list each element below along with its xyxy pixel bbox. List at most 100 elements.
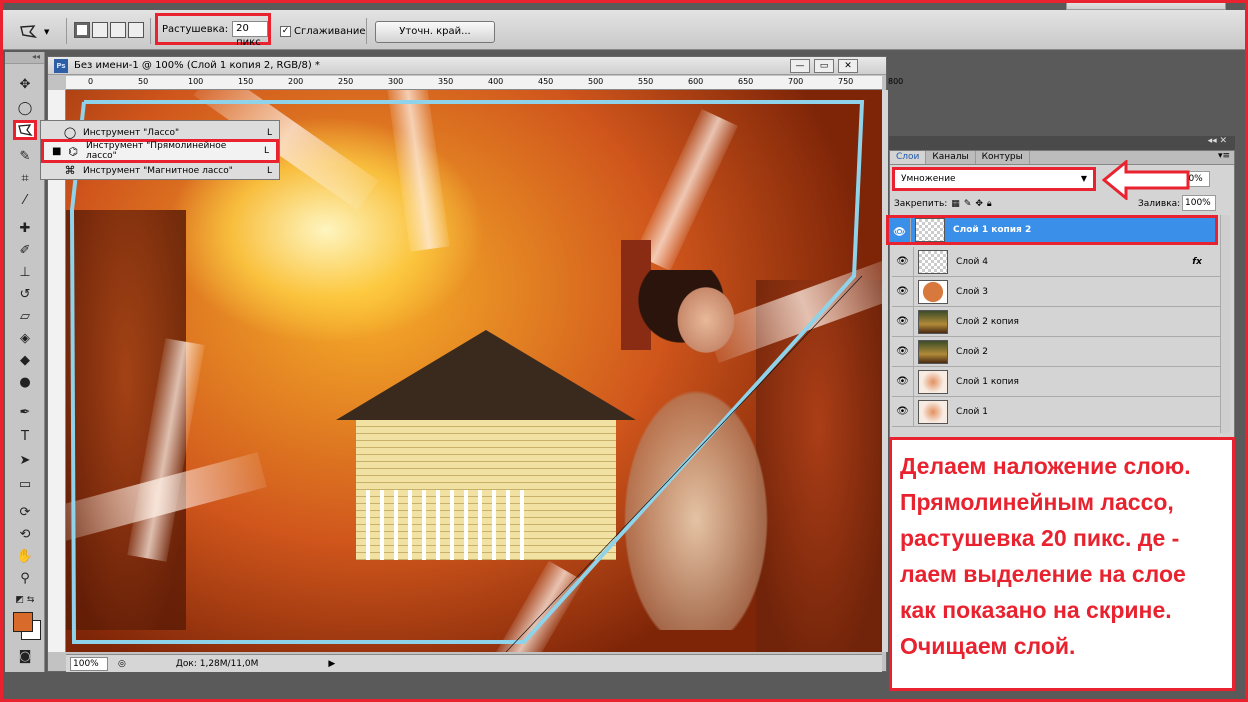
layer-row[interactable]: 👁︎ Слой 1 копия 2 [886, 215, 1218, 245]
lock-all-icon[interactable]: 🔒︎ [987, 199, 992, 209]
ruler-tick-label: 550 [638, 77, 654, 86]
hand-icon[interactable]: ✋ [13, 546, 37, 566]
ruler-tick-label: 650 [738, 77, 754, 86]
visibility-eye-icon[interactable]: 👁︎ [892, 367, 914, 396]
polygonal-lasso-icon: ⌬ [68, 144, 78, 158]
antialias-control[interactable]: ✓ Сглаживание [280, 26, 365, 37]
blur-icon[interactable]: ◆ [13, 350, 37, 370]
layer-name: Слой 4 [956, 256, 988, 267]
minimize-button[interactable]: — [790, 59, 810, 73]
photoshop-file-icon: Ps [54, 58, 68, 73]
document-tab[interactable]: Ps Без имени-1 @ 100% (Слой 1 копия 2, R… [48, 57, 886, 75]
intersect-selection-button[interactable] [128, 22, 144, 38]
swap-colors-icon[interactable]: ◩ ⇆ [13, 590, 37, 610]
ruler-tick-label: 500 [588, 77, 604, 86]
maximize-button[interactable]: ▭ [814, 59, 834, 73]
document-title: Без имени-1 @ 100% (Слой 1 копия 2, RGB/… [74, 60, 320, 71]
vertical-scrollbar[interactable] [882, 90, 888, 652]
layer-name: Слой 2 копия [956, 316, 1019, 327]
zoom-field[interactable]: 100% [70, 656, 108, 671]
divider [366, 18, 367, 44]
callout-arrow-icon [1102, 160, 1190, 200]
visibility-eye-icon[interactable]: 👁︎ [892, 277, 914, 306]
layer-row[interactable]: 👁︎ Слой 3 [892, 277, 1220, 307]
quick-selection-icon[interactable]: ✎ [13, 146, 37, 166]
layer-name: Слой 1 [956, 406, 988, 417]
lock-position-icon[interactable]: ✥ [975, 199, 983, 209]
flyout-item-magnetic-lasso[interactable]: ⌘ Инструмент "Магнитное лассо" L [41, 161, 279, 180]
subtract-from-selection-button[interactable] [110, 22, 126, 38]
visibility-eye-icon[interactable]: 👁︎ [892, 247, 914, 276]
tab-paths[interactable]: Контуры [976, 151, 1030, 164]
layer-row[interactable]: 👁︎ Слой 2 [892, 337, 1220, 367]
polygonal-lasso-icon [20, 25, 38, 39]
crop-icon[interactable]: ⌗ [13, 168, 37, 188]
ruler-tick-label: 100 [188, 77, 204, 86]
tool-preset-picker[interactable]: ▼ [18, 20, 58, 44]
3d-orbit-icon[interactable]: ⟲ [13, 524, 37, 544]
zoom-icon[interactable]: ⚲ [13, 568, 37, 588]
type-icon[interactable]: T [13, 426, 37, 446]
lasso-tool-icon[interactable] [13, 120, 37, 140]
lock-transparency-icon[interactable]: ▦ [951, 199, 960, 209]
layer-name: Слой 2 [956, 346, 988, 357]
history-brush-icon[interactable]: ↺ [13, 284, 37, 304]
blend-mode-select[interactable]: Умножение ▼ [892, 167, 1096, 191]
antialias-checkbox[interactable]: ✓ [280, 26, 291, 37]
brush-icon[interactable]: ✐ [13, 240, 37, 260]
status-arrow-icon[interactable]: ▶ [328, 659, 335, 669]
quick-mask-icon[interactable]: ◙ [13, 646, 37, 666]
eraser-icon[interactable]: ▱ [13, 306, 37, 326]
divider [150, 18, 151, 44]
new-selection-button[interactable] [74, 22, 90, 38]
chevron-down-icon: ▼ [1080, 174, 1087, 183]
layer-row[interactable]: 👁︎ Слой 4 fx [892, 247, 1220, 277]
visibility-eye-icon[interactable]: 👁︎ [892, 397, 914, 426]
flyout-item-label: Инструмент "Магнитное лассо" [83, 165, 233, 176]
shortcut-key: L [264, 146, 270, 156]
eyedropper-icon[interactable]: ⁄ [13, 190, 37, 210]
ruler-tick-label: 200 [288, 77, 304, 86]
path-selection-icon[interactable]: ➤ [13, 450, 37, 470]
layer-thumbnail [915, 218, 945, 242]
workspace-switcher[interactable] [1066, 0, 1226, 10]
instruction-note: Делаем наложение слою. Прямолинейным лас… [889, 437, 1235, 691]
add-to-selection-button[interactable] [92, 22, 108, 38]
tab-channels[interactable]: Каналы [926, 151, 976, 164]
status-icon[interactable]: ◎ [118, 659, 126, 669]
refine-edge-button[interactable]: Уточн. край... [375, 21, 495, 43]
panel-header-bar: ◂◂ ✕ [889, 136, 1235, 150]
visibility-eye-icon[interactable]: 👁︎ [892, 307, 914, 336]
foreground-color-swatch[interactable] [13, 612, 33, 632]
panel-grip[interactable]: ◂◂ [5, 52, 44, 64]
tab-layers[interactable]: Слои [890, 151, 927, 164]
elliptical-marquee-icon[interactable]: ◯ [13, 98, 37, 118]
move-tool-icon[interactable]: ✥ [13, 74, 37, 94]
chevron-down-icon: ▼ [44, 28, 50, 36]
pen-icon[interactable]: ✒ [13, 402, 37, 422]
close-button[interactable]: ✕ [838, 59, 858, 73]
rectangle-shape-icon[interactable]: ▭ [13, 474, 37, 494]
spot-healing-icon[interactable]: ✚ [13, 218, 37, 238]
layer-name: Слой 1 копия [956, 376, 1019, 387]
lock-pixels-icon[interactable]: ✎ [964, 199, 972, 209]
3d-rotate-icon[interactable]: ⟳ [13, 502, 37, 522]
panel-collapse-icon[interactable]: ◂◂ ✕ [1208, 136, 1227, 146]
visibility-eye-icon[interactable]: 👁︎ [892, 337, 914, 366]
dodge-icon[interactable]: ● [13, 372, 37, 392]
ruler-tick-label: 150 [238, 77, 254, 86]
feather-input[interactable]: 20 пикс [232, 21, 268, 48]
magnetic-lasso-icon: ⌘ [64, 164, 76, 177]
panel-menu-icon[interactable]: ▾≡ [1218, 151, 1234, 164]
layer-row[interactable]: 👁︎ Слой 1 копия [892, 367, 1220, 397]
paint-bucket-icon[interactable]: ◈ [13, 328, 37, 348]
layer-effects-icon[interactable]: fx [1192, 257, 1202, 267]
clone-stamp-icon[interactable]: ⊥ [13, 262, 37, 282]
layer-thumbnail [918, 399, 948, 424]
layer-thumbnail [918, 339, 948, 364]
visibility-eye-icon[interactable]: 👁︎ [889, 218, 911, 242]
layer-row[interactable]: 👁︎ Слой 1 [892, 397, 1220, 427]
layer-row[interactable]: 👁︎ Слой 2 копия [892, 307, 1220, 337]
flyout-item-polygonal-lasso[interactable]: ■ ⌬ Инструмент "Прямолинейное лассо" L [41, 139, 279, 163]
layers-scrollbar[interactable] [1220, 215, 1230, 433]
